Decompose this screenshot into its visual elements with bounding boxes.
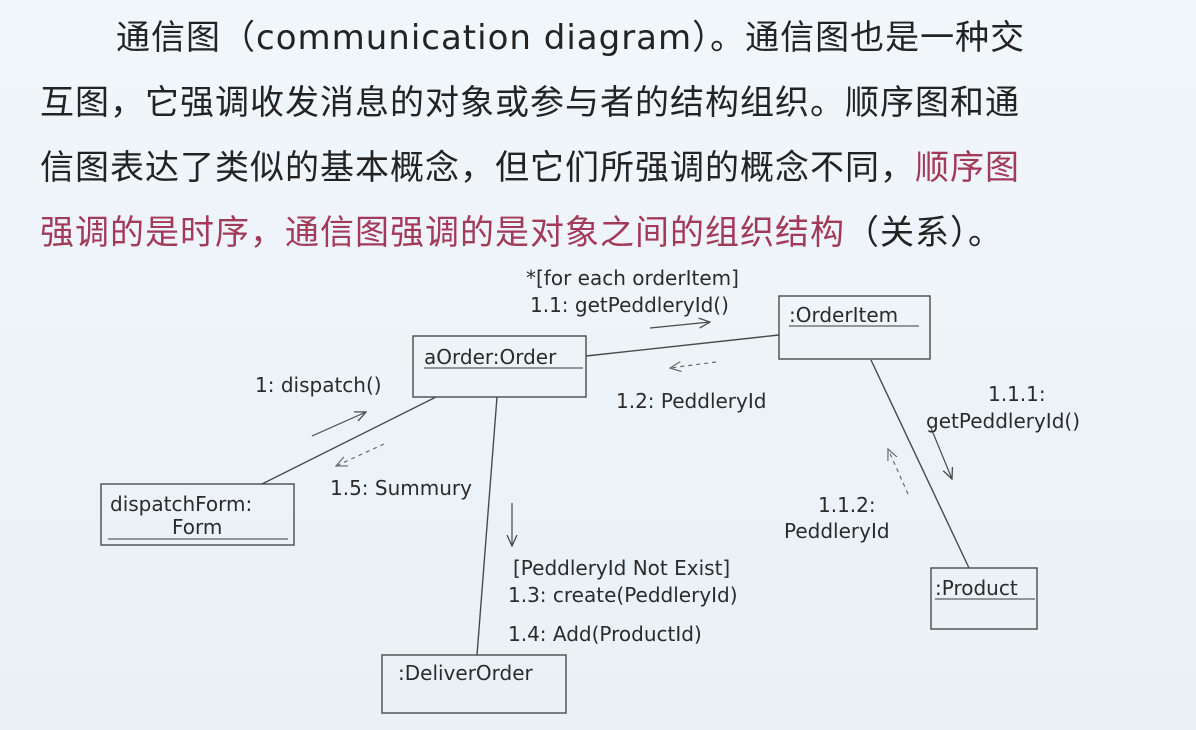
arrow-msg-1 <box>311 412 366 437</box>
object-product-label: :Product <box>935 576 1018 600</box>
object-orderitem: :OrderItem <box>778 295 931 360</box>
object-dispatchform-label-2: Form <box>172 515 222 539</box>
arrow-msg-1-2 <box>670 362 717 368</box>
object-orderitem-label: :OrderItem <box>789 303 898 327</box>
msg-1-4-label: 1.4: Add(ProductId) <box>508 622 702 646</box>
object-deliverorder: :DeliverOrder <box>381 654 567 714</box>
msg-1-3-guard: [PeddleryId Not Exist] <box>513 556 730 580</box>
object-product: :Product <box>930 567 1038 630</box>
object-order-label: aOrder:Order <box>424 345 557 369</box>
arrow-msg-1-1 <box>649 322 710 328</box>
msg-1-1-1-label-1: 1.1.1: <box>988 382 1046 406</box>
msg-1-1-2-label-1: 1.1.2: <box>818 493 876 517</box>
msg-1-3-label: 1.3: create(PeddleryId) <box>508 583 738 607</box>
msg-1-5-label: 1.5: Summury <box>330 476 472 500</box>
arrow-msg-1-5 <box>336 443 385 466</box>
object-dispatchform-label-1: dispatchForm: <box>110 492 252 516</box>
link-order-orderitem <box>585 334 780 357</box>
arrow-msg-1-1-1 <box>930 427 952 479</box>
slide-background: 通信图（communication diagram）。通信图也是一种交 互图，它强… <box>0 0 1196 730</box>
msg-1-label: 1: dispatch() <box>255 373 382 397</box>
msg-1-1-1-label-2: getPeddleryId() <box>926 409 1080 433</box>
object-dispatchform: dispatchForm: Form <box>100 483 295 546</box>
msg-1-1-guard: *[for each orderItem] <box>526 266 739 290</box>
link-order-deliverorder <box>476 396 498 656</box>
msg-1-1-2-label-2: PeddleryId <box>784 519 890 543</box>
object-order: aOrder:Order <box>412 335 587 398</box>
communication-diagram: aOrder:Order :OrderItem dispatchForm: Fo… <box>100 266 1080 714</box>
link-form-order <box>261 396 437 485</box>
arrow-msg-1-1-2 <box>888 449 909 495</box>
msg-1-1-label: 1.1: getPeddleryId() <box>530 293 729 317</box>
object-deliverorder-label: :DeliverOrder <box>398 661 534 685</box>
msg-1-2-label: 1.2: PeddleryId <box>616 389 766 413</box>
